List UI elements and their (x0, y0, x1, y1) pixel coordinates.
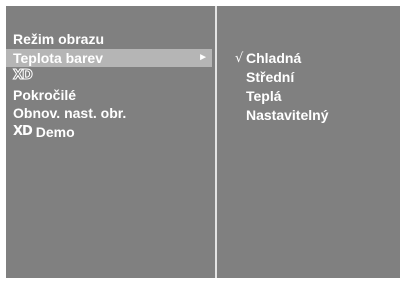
submenu-arrow-icon: ► (198, 51, 208, 63)
menu-item-label: Demo (35, 123, 75, 140)
option-label: Teplá (246, 88, 282, 104)
color-temperature-submenu: √ Chladná Střední Teplá Nastavitelný (218, 49, 400, 125)
menu-item-label: Režim obrazu (13, 31, 105, 47)
xd-logo-icon: XD (13, 68, 34, 84)
menu-item-color-temperature[interactable]: Teplota barev ► (6, 48, 212, 67)
menu-item-picture-reset[interactable]: Obnov. nast. obr. (6, 104, 212, 123)
menu-item-label: Teplota barev (13, 49, 103, 66)
option-warm[interactable]: Teplá (218, 87, 400, 106)
menu-item-xd-demo[interactable]: XD Demo (6, 123, 212, 142)
picture-menu: Režim obrazu Teplota barev ► XD Pokročil… (6, 30, 212, 141)
menu-item-label: Pokročilé (13, 86, 77, 103)
osd-panel: Režim obrazu Teplota barev ► XD Pokročil… (6, 6, 400, 278)
option-medium[interactable]: Střední (218, 68, 400, 87)
option-user[interactable]: Nastavitelný (218, 106, 400, 125)
option-label: Chladná (246, 50, 302, 66)
menu-item-advanced[interactable]: Pokročilé (6, 86, 212, 105)
option-cool[interactable]: √ Chladná (218, 49, 400, 68)
option-label: Nastavitelný (246, 107, 329, 123)
option-label: Střední (246, 69, 295, 85)
menu-item-picture-mode[interactable]: Režim obrazu (6, 30, 212, 49)
xd-logo-icon: XD (13, 123, 33, 139)
menu-item-label: Obnov. nast. obr. (13, 105, 127, 121)
menu-divider (215, 6, 217, 278)
menu-item-xd[interactable]: XD (6, 67, 212, 86)
tv-osd-frame: Režim obrazu Teplota barev ► XD Pokročil… (0, 0, 406, 282)
check-mark-icon: √ (235, 51, 244, 66)
